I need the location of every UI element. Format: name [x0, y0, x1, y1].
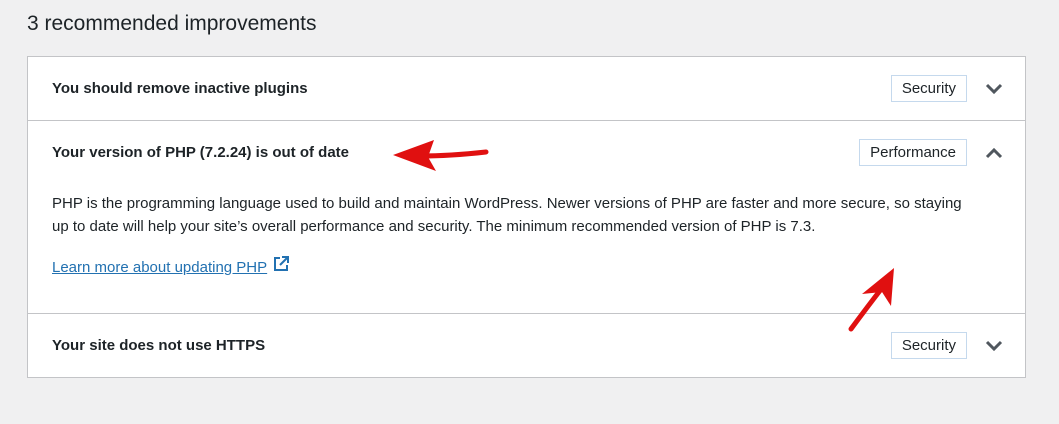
item-title: You should remove inactive plugins — [52, 80, 308, 97]
improvement-item-https: Your site does not use HTTPS Security — [28, 314, 1025, 377]
chevron-up-icon[interactable] — [983, 142, 1005, 164]
category-badge: Security — [890, 332, 967, 359]
category-badge: Performance — [859, 139, 967, 166]
chevron-down-icon[interactable] — [983, 78, 1005, 100]
item-header[interactable]: Your site does not use HTTPS Security — [28, 314, 1025, 377]
learn-more-link[interactable]: Learn more about updating PHP — [52, 256, 290, 279]
section-heading: 3 recommended improvements — [27, 12, 317, 35]
item-title: Your version of PHP (7.2.24) is out of d… — [52, 144, 350, 161]
improvement-item-inactive-plugins: You should remove inactive plugins Secur… — [28, 57, 1025, 121]
chevron-down-icon[interactable] — [983, 335, 1005, 357]
link-label: Learn more about updating PHP — [52, 259, 268, 276]
item-description-panel: PHP is the programming language used to … — [28, 184, 1025, 313]
improvement-item-php-version: Your version of PHP (7.2.24) is out of d… — [28, 121, 1025, 314]
item-title: Your site does not use HTTPS — [52, 337, 266, 354]
improvements-list: You should remove inactive plugins Secur… — [27, 56, 1026, 378]
item-header[interactable]: You should remove inactive plugins Secur… — [28, 57, 1025, 120]
item-header[interactable]: Your version of PHP (7.2.24) is out of d… — [28, 121, 1025, 184]
external-link-icon — [273, 256, 290, 279]
item-description: PHP is the programming language used to … — [52, 195, 962, 235]
category-badge: Security — [890, 75, 967, 102]
